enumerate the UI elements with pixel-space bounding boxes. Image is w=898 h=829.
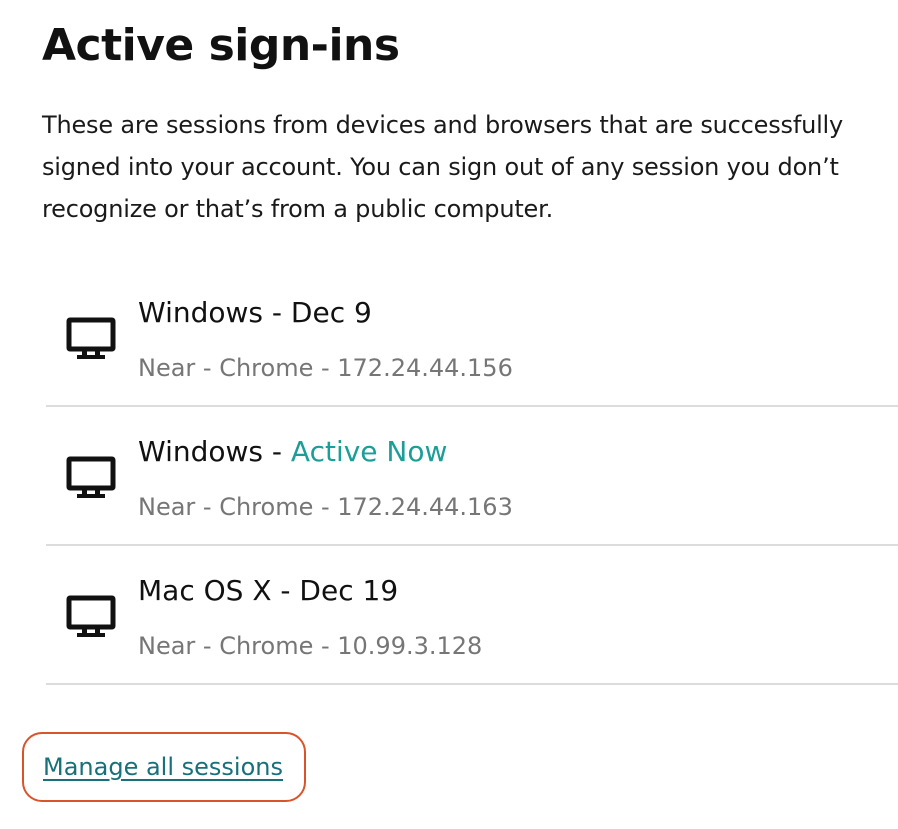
session-when: Dec 9 <box>290 296 372 329</box>
desktop-monitor-icon <box>66 317 116 359</box>
session-when: Dec 19 <box>299 574 399 607</box>
session-item-macos-dec-19[interactable]: Mac OS X - Dec 19 Near - Chrome - 10.99.… <box>46 546 898 685</box>
session-separator: - <box>263 296 291 329</box>
session-os: Windows <box>138 296 263 329</box>
session-os: Windows <box>138 435 263 468</box>
session-details: Near - Chrome - 172.24.44.156 <box>138 354 513 382</box>
session-details: Near - Chrome - 10.99.3.128 <box>138 632 483 660</box>
session-item-windows-active[interactable]: Windows - Active Now Near - Chrome - 172… <box>46 407 898 546</box>
session-title: Windows - Active Now <box>138 433 447 471</box>
page-description: These are sessions from devices and brow… <box>42 111 844 223</box>
session-title: Mac OS X - Dec 19 <box>138 572 398 610</box>
session-separator: - <box>263 435 291 468</box>
session-item-windows-dec-9[interactable]: Windows - Dec 9 Near - Chrome - 172.24.4… <box>46 268 898 407</box>
manage-all-sessions-link[interactable]: Manage all sessions <box>43 750 283 784</box>
active-now-status: Active Now <box>290 435 448 468</box>
session-list: Windows - Dec 9 Near - Chrome - 172.24.4… <box>46 268 898 685</box>
desktop-monitor-icon <box>66 595 116 637</box>
session-title: Windows - Dec 9 <box>138 294 372 332</box>
session-separator: - <box>271 574 300 607</box>
session-os: Mac OS X <box>138 574 272 607</box>
page-title: Active sign-ins <box>42 20 400 71</box>
desktop-monitor-icon <box>66 456 116 498</box>
session-details: Near - Chrome - 172.24.44.163 <box>138 493 513 521</box>
